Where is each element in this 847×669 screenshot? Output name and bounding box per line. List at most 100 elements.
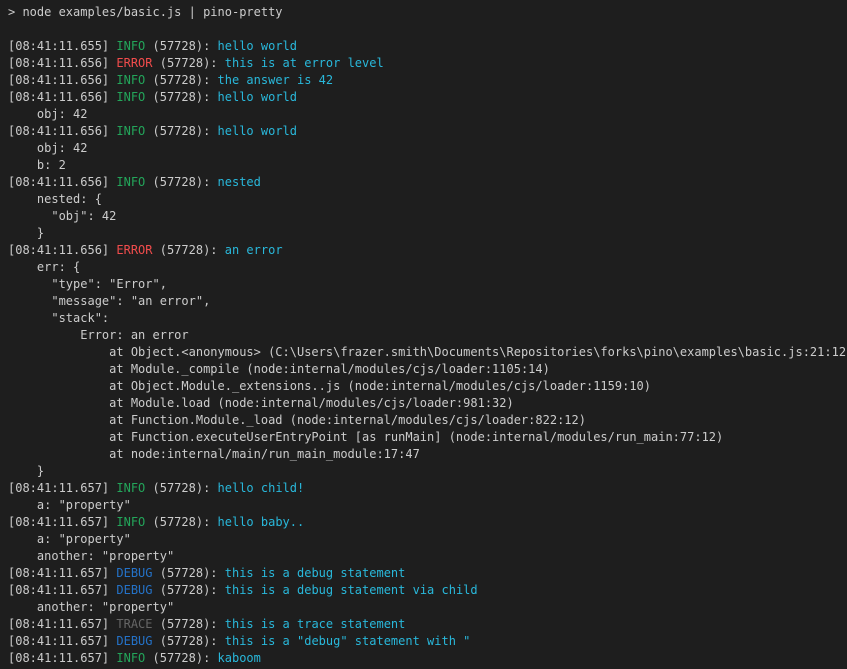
log-text: (57728):	[153, 617, 225, 631]
log-line: [08:41:11.656] INFO (57728): hello world	[8, 123, 847, 140]
log-text: [08:41:11.656]	[8, 175, 116, 189]
log-text: [08:41:11.657]	[8, 583, 116, 597]
log-property-line: "message": "an error",	[8, 293, 847, 310]
log-text: (57728):	[153, 243, 225, 257]
log-text: at node:internal/main/run_main_module:17…	[8, 447, 420, 461]
log-line: [08:41:11.657] DEBUG (57728): this is a …	[8, 633, 847, 650]
stack-trace-line: at Object.Module._extensions..js (node:i…	[8, 378, 847, 395]
log-text: "type": "Error",	[8, 277, 167, 291]
log-message: kaboom	[218, 651, 261, 665]
log-message: this is a "debug" statement with "	[225, 634, 471, 648]
stack-trace-line: at Module.load (node:internal/modules/cj…	[8, 395, 847, 412]
log-text: another: "property"	[8, 549, 174, 563]
log-message: hello child!	[218, 481, 305, 495]
log-text: err: {	[8, 260, 80, 274]
log-message: the answer is 42	[218, 73, 334, 87]
log-text: (57728):	[145, 481, 217, 495]
log-text: nested: {	[8, 192, 102, 206]
stack-trace-line: Error: an error	[8, 327, 847, 344]
log-line: [08:41:11.657] INFO (57728): kaboom	[8, 650, 847, 667]
log-text: (57728):	[145, 124, 217, 138]
log-text: a: "property"	[8, 498, 131, 512]
terminal-output[interactable]: > node examples/basic.js | pino-pretty […	[0, 0, 847, 669]
log-property-line: obj: 42	[8, 106, 847, 123]
log-text: (57728):	[145, 73, 217, 87]
log-property-line: obj: 42	[8, 140, 847, 157]
log-property-line: nested: {	[8, 191, 847, 208]
log-level-info: INFO	[116, 651, 145, 665]
log-text: (57728):	[153, 566, 225, 580]
command-line: > node examples/basic.js | pino-pretty	[8, 4, 847, 21]
log-text: Error: an error	[8, 328, 189, 342]
log-line: [08:41:11.657] TRACE (57728): this is a …	[8, 616, 847, 633]
log-text: (57728):	[153, 583, 225, 597]
log-line: [08:41:11.657] DEBUG (57728): this is a …	[8, 582, 847, 599]
log-text: [08:41:11.656]	[8, 90, 116, 104]
log-text: (57728):	[145, 175, 217, 189]
log-text: another: "property"	[8, 600, 174, 614]
log-level-error: ERROR	[116, 56, 152, 70]
log-text: obj: 42	[8, 107, 87, 121]
log-message: hello world	[218, 39, 297, 53]
log-level-debug: DEBUG	[116, 583, 152, 597]
log-text: (57728):	[153, 634, 225, 648]
log-text: [08:41:11.656]	[8, 124, 116, 138]
log-text: a: "property"	[8, 532, 131, 546]
log-line: [08:41:11.656] INFO (57728): nested	[8, 174, 847, 191]
log-property-line: b: 2	[8, 157, 847, 174]
log-text: at Module.load (node:internal/modules/cj…	[8, 396, 514, 410]
log-text: [08:41:11.657]	[8, 481, 116, 495]
log-line: [08:41:11.656] INFO (57728): the answer …	[8, 72, 847, 89]
log-level-info: INFO	[116, 124, 145, 138]
log-level-info: INFO	[116, 175, 145, 189]
log-line: [08:41:11.657] INFO (57728): hello child…	[8, 480, 847, 497]
log-text: [08:41:11.657]	[8, 634, 116, 648]
log-text: [08:41:11.657]	[8, 515, 116, 529]
log-message: this is a debug statement	[225, 566, 406, 580]
log-line: [08:41:11.656] ERROR (57728): this is at…	[8, 55, 847, 72]
log-level-debug: DEBUG	[116, 566, 152, 580]
stack-trace-line: at Object.<anonymous> (C:\Users\frazer.s…	[8, 344, 847, 361]
log-line: [08:41:11.655] INFO (57728): hello world	[8, 38, 847, 55]
log-line: [08:41:11.657] DEBUG (57728): this is a …	[8, 565, 847, 582]
log-level-info: INFO	[116, 515, 145, 529]
log-level-error: ERROR	[116, 243, 152, 257]
log-message: this is a trace statement	[225, 617, 406, 631]
log-message: hello world	[218, 124, 297, 138]
log-property-line: "type": "Error",	[8, 276, 847, 293]
log-property-line: }	[8, 463, 847, 480]
stack-trace-line: at Function.executeUserEntryPoint [as ru…	[8, 429, 847, 446]
log-text: (57728):	[145, 515, 217, 529]
log-text: }	[8, 226, 44, 240]
log-text: at Function.Module._load (node:internal/…	[8, 413, 586, 427]
log-level-trace: TRACE	[116, 617, 152, 631]
log-text: "obj": 42	[8, 209, 116, 223]
log-level-debug: DEBUG	[116, 634, 152, 648]
log-text: (57728):	[145, 651, 217, 665]
log-line: [08:41:11.657] INFO (57728): hello baby.…	[8, 514, 847, 531]
log-text: [08:41:11.657]	[8, 566, 116, 580]
log-message: an error	[225, 243, 283, 257]
blank-line	[8, 21, 847, 38]
log-property-line: "obj": 42	[8, 208, 847, 225]
log-message: this is at error level	[225, 56, 384, 70]
log-text: [08:41:11.656]	[8, 73, 116, 87]
log-property-line: another: "property"	[8, 599, 847, 616]
log-text: (57728):	[145, 90, 217, 104]
log-property-line: a: "property"	[8, 531, 847, 548]
log-level-info: INFO	[116, 90, 145, 104]
log-text: [08:41:11.655]	[8, 39, 116, 53]
log-property-line: }	[8, 225, 847, 242]
log-text: }	[8, 464, 44, 478]
log-text: [08:41:11.657]	[8, 651, 116, 665]
log-level-info: INFO	[116, 481, 145, 495]
log-message: this is a debug statement via child	[225, 583, 478, 597]
log-property-line: a: "property"	[8, 497, 847, 514]
log-line: [08:41:11.656] INFO (57728): hello world	[8, 89, 847, 106]
log-text: [08:41:11.656]	[8, 243, 116, 257]
log-text: "stack":	[8, 311, 109, 325]
log-text: [08:41:11.657]	[8, 617, 116, 631]
stack-trace-line: at Module._compile (node:internal/module…	[8, 361, 847, 378]
log-text: at Object.Module._extensions..js (node:i…	[8, 379, 651, 393]
log-lines: [08:41:11.655] INFO (57728): hello world…	[8, 38, 847, 667]
